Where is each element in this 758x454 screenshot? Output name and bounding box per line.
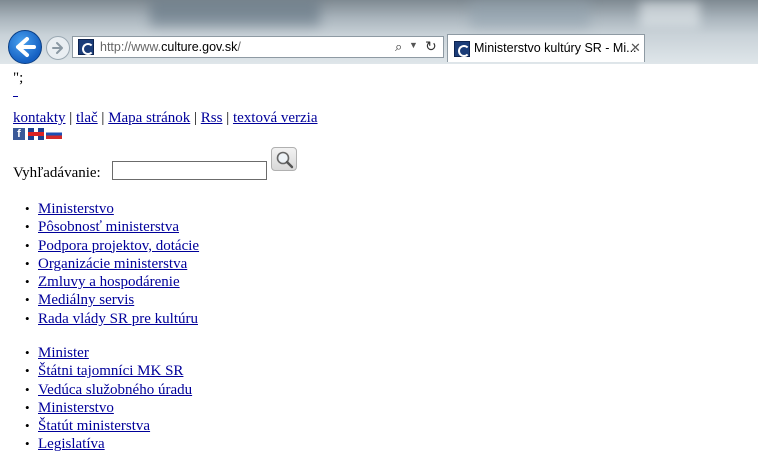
menu-link-rada-vlady[interactable]: Rada vlády SR pre kultúru xyxy=(38,311,198,327)
dropdown-icon[interactable]: ▼ xyxy=(409,40,418,50)
link-kontakty[interactable]: kontakty xyxy=(13,110,66,126)
top-navigation: kontakty | tlač | Mapa stránok | Rss | t… xyxy=(13,109,318,127)
link-textova-verzia[interactable]: textová verzia xyxy=(233,110,318,126)
separator: | xyxy=(194,110,198,126)
list-item: Mediálny servis xyxy=(13,291,199,309)
separator: | xyxy=(226,110,230,126)
menu-link-podpora[interactable]: Podpora projektov, dotácie xyxy=(38,238,199,254)
list-item: Zmluvy a hospodárenie xyxy=(13,273,199,291)
menu-link-ministerstvo[interactable]: Ministerstvo xyxy=(38,201,114,217)
back-button[interactable] xyxy=(8,30,42,64)
browser-tab[interactable]: Ministerstvo kultúry SR - Mi... ✕ xyxy=(447,34,645,62)
list-item: Legislatíva xyxy=(13,435,192,453)
menu-link-minister[interactable]: Minister xyxy=(38,345,89,361)
link-mapa-stranok[interactable]: Mapa stránok xyxy=(108,110,190,126)
forward-button[interactable] xyxy=(46,36,70,60)
link-rss[interactable]: Rss xyxy=(201,110,223,126)
english-flag-icon[interactable] xyxy=(28,128,44,140)
secondary-menu: Minister Štátni tajomníci MK SR Vedúca s… xyxy=(13,344,192,454)
list-item: Minister xyxy=(13,344,192,362)
site-favicon xyxy=(78,39,94,55)
menu-link-statni-tajomnici[interactable]: Štátni tajomníci MK SR xyxy=(38,363,183,379)
separator: | xyxy=(101,110,105,126)
close-icon[interactable]: ✕ xyxy=(630,40,641,56)
menu-link-medialny-servis[interactable]: Mediálny servis xyxy=(38,292,134,308)
list-item: Vedúca služobného úradu xyxy=(13,381,192,399)
facebook-icon[interactable]: f xyxy=(13,128,25,140)
taskbar-background xyxy=(640,2,700,28)
search-icon[interactable]: ⌕ xyxy=(395,39,402,55)
back-arrow-icon xyxy=(16,37,36,57)
menu-link-veduca-uradu[interactable]: Vedúca služobného úradu xyxy=(38,382,192,398)
menu-link-legislativa[interactable]: Legislatíva xyxy=(38,436,105,452)
menu-link-zmluvy[interactable]: Zmluvy a hospodárenie xyxy=(38,274,180,290)
address-bar[interactable]: http://www.culture.gov.sk/ ⌕ ▼ ↻ xyxy=(72,36,444,58)
search-label: Vyhľadávanie: xyxy=(13,165,101,181)
site-favicon xyxy=(454,41,470,57)
menu-link-organizacie[interactable]: Organizácie ministerstva xyxy=(38,256,187,272)
separator: | xyxy=(69,110,73,126)
stray-text: "; xyxy=(13,70,24,86)
slovak-flag-icon[interactable] xyxy=(46,129,62,139)
forward-arrow-icon xyxy=(52,42,63,54)
list-item: Štatút ministerstva xyxy=(13,417,192,435)
refresh-icon[interactable]: ↻ xyxy=(425,38,437,55)
menu-link-posobnost[interactable]: Pôsobnosť ministerstva xyxy=(38,219,179,235)
link-tlac[interactable]: tlač xyxy=(76,110,98,126)
search-input[interactable] xyxy=(112,161,267,180)
list-item: Štátni tajomníci MK SR xyxy=(13,362,192,380)
list-item: Podpora projektov, dotácie xyxy=(13,237,199,255)
primary-menu: Ministerstvo Pôsobnosť ministerstva Podp… xyxy=(13,200,199,328)
list-item: Ministerstvo xyxy=(13,200,199,218)
taskbar-background xyxy=(470,0,590,28)
taskbar-background xyxy=(150,0,320,26)
menu-link-ministerstvo-2[interactable]: Ministerstvo xyxy=(38,400,114,416)
list-item: Pôsobnosť ministerstva xyxy=(13,218,199,236)
tab-title: Ministerstvo kultúry SR - Mi... xyxy=(474,41,637,55)
empty-link[interactable] xyxy=(13,90,18,97)
list-item: Rada vlády SR pre kultúru xyxy=(13,310,199,328)
search-button[interactable] xyxy=(271,147,297,171)
list-item: Ministerstvo xyxy=(13,399,192,417)
browser-toolbar: http://www.culture.gov.sk/ ⌕ ▼ ↻ Ministe… xyxy=(0,0,758,64)
list-item: Organizácie ministerstva xyxy=(13,255,199,273)
url-text: http://www.culture.gov.sk/ xyxy=(100,40,241,54)
magnifier-icon xyxy=(276,151,294,169)
menu-link-statut[interactable]: Štatút ministerstva xyxy=(38,418,150,434)
